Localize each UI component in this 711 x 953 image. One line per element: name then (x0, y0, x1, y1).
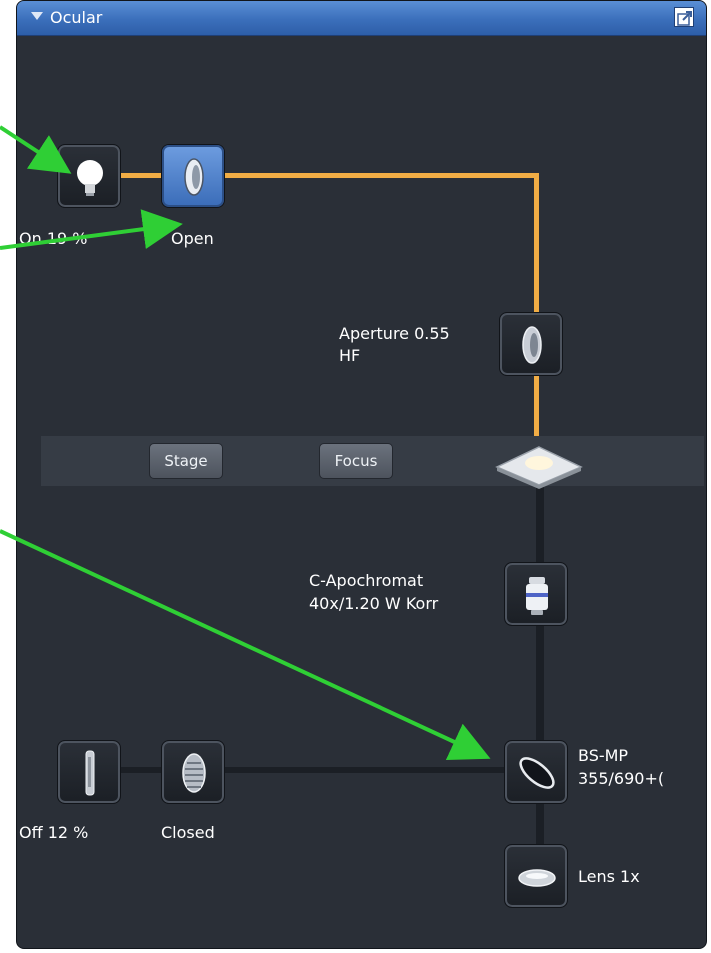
arrow-to-beam-splitter (0, 529, 491, 761)
arrow-to-light-source (0, 125, 72, 174)
arrow-to-shutter (0, 209, 183, 250)
annotation-arrows (0, 125, 491, 761)
